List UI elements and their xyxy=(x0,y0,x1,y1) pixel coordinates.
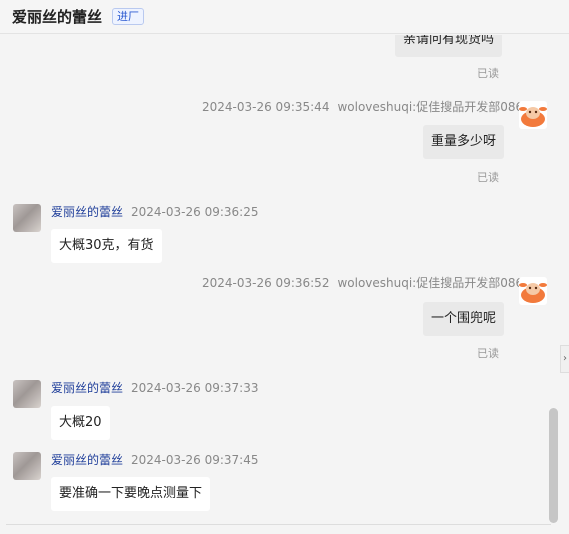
read-receipt: 已读 xyxy=(477,67,499,80)
message-time: 2024-03-26 09:37:33 xyxy=(131,381,259,395)
sender-name[interactable]: 爱丽丝的蕾丝 xyxy=(51,205,123,219)
message-meta: 爱丽丝的蕾丝 2024-03-26 09:37:45 xyxy=(51,452,258,468)
message-bubble[interactable]: 一个围兜呢 xyxy=(423,302,505,336)
contact-tag-badge[interactable]: 进厂 xyxy=(112,8,145,25)
my-avatar[interactable] xyxy=(519,101,547,129)
message-meta: 爱丽丝的蕾丝 2024-03-26 09:36:25 xyxy=(51,204,258,220)
message-bubble[interactable]: 大概30克，有货 xyxy=(51,229,162,263)
read-receipt: 已读 xyxy=(477,171,499,184)
scrollbar-thumb[interactable] xyxy=(549,408,558,523)
message-time: 2024-03-26 09:36:52 xyxy=(202,276,330,290)
message-meta: 2024-03-26 09:36:52 woloveshuqi:促佳搜品开发部08… xyxy=(202,275,523,291)
message-bubble[interactable]: 亲请问有现货吗 xyxy=(395,35,503,57)
sender-name: woloveshuqi:促佳搜品开发部086 xyxy=(337,276,524,290)
divider xyxy=(6,524,551,525)
contact-name[interactable]: 爱丽丝的蕾丝 xyxy=(12,6,102,27)
message-time: 2024-03-26 09:35:44 xyxy=(202,100,330,114)
my-avatar[interactable] xyxy=(519,277,547,305)
message-time: 2024-03-26 09:37:45 xyxy=(131,453,259,467)
side-panel-toggle-icon[interactable]: › xyxy=(560,345,569,373)
message-time: 2024-03-26 09:36:25 xyxy=(131,205,259,219)
message-bubble[interactable]: 大概20 xyxy=(51,406,110,440)
message-meta: 2024-03-26 09:35:44 woloveshuqi:促佳搜品开发部08… xyxy=(202,99,523,115)
sender-name[interactable]: 爱丽丝的蕾丝 xyxy=(51,453,123,467)
read-receipt: 已读 xyxy=(477,347,499,360)
sender-name: woloveshuqi:促佳搜品开发部086 xyxy=(337,100,524,114)
cow-avatar-icon xyxy=(519,277,547,305)
contact-avatar[interactable] xyxy=(13,452,41,480)
message-bubble[interactable]: 重量多少呀 xyxy=(423,125,505,159)
message-list[interactable]: 亲请问有现货吗 已读 2024-03-26 09:35:44 woloveshuq… xyxy=(0,35,569,525)
chat-header: 爱丽丝的蕾丝 进厂 xyxy=(0,0,569,34)
message-bubble[interactable]: 要准确一下要晚点测量下 xyxy=(51,477,211,511)
contact-avatar[interactable] xyxy=(13,380,41,408)
contact-avatar[interactable] xyxy=(13,204,41,232)
sender-name[interactable]: 爱丽丝的蕾丝 xyxy=(51,381,123,395)
cow-avatar-icon xyxy=(519,101,547,129)
message-meta: 爱丽丝的蕾丝 2024-03-26 09:37:33 xyxy=(51,380,258,396)
